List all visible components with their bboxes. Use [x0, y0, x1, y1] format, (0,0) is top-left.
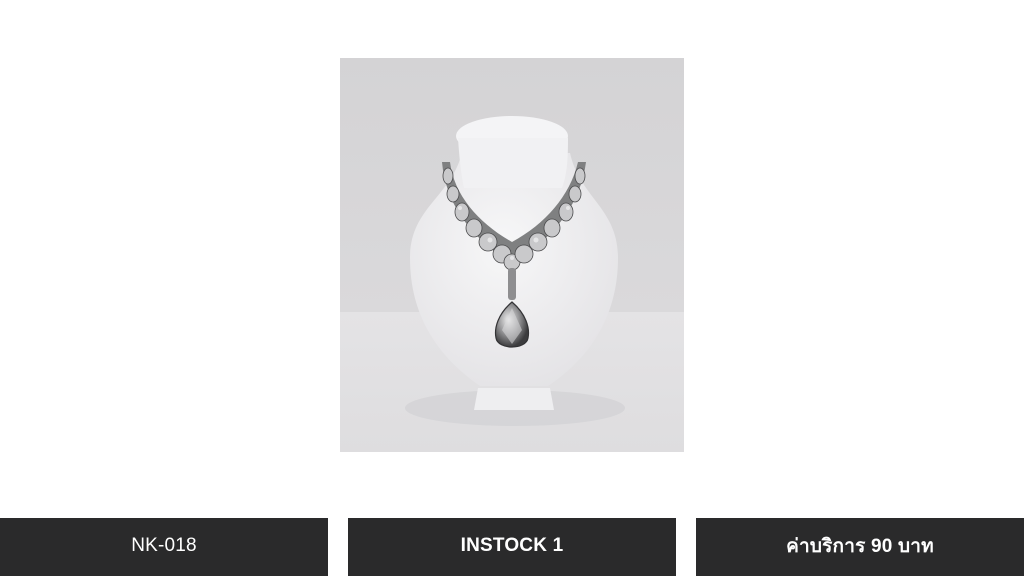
necklace-photo	[340, 58, 684, 452]
service-fee: ค่าบริการ 90 บาท	[786, 536, 934, 557]
stock-status-bar: INSTOCK 1	[348, 518, 676, 576]
product-image[interactable]	[340, 58, 684, 452]
stock-status: INSTOCK 1	[460, 535, 564, 556]
product-code-bar: NK-018	[0, 518, 328, 576]
service-fee-bar: ค่าบริการ 90 บาท	[696, 518, 1024, 576]
product-code: NK-018	[131, 535, 197, 556]
product-page: NK-018 INSTOCK 1 ค่าบริการ 90 บาท	[0, 0, 1024, 576]
